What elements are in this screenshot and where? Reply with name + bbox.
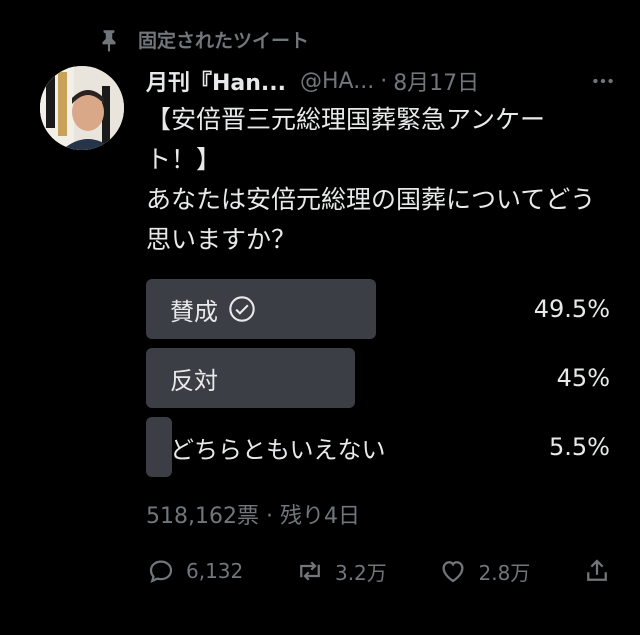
more-options-button[interactable] xyxy=(590,68,616,94)
pinned-indicator: 固定されたツイート xyxy=(96,26,309,53)
reply-button[interactable]: 6,132 xyxy=(146,556,243,586)
pinned-label: 固定されたツイート xyxy=(138,30,310,52)
poll-bar-2 xyxy=(146,417,172,477)
header-separator: · xyxy=(380,68,388,94)
author-name[interactable]: 月刊『Han... xyxy=(146,65,286,97)
poll: 賛成 49.5% 反対 45% どちらともいえない 5.5% xyxy=(146,279,610,486)
pin-icon xyxy=(102,29,116,52)
like-count: 2.8万 xyxy=(478,560,531,585)
tweet-header: 月刊『Han... @HA... · 8月17日 xyxy=(146,64,616,98)
like-button[interactable]: 2.8万 xyxy=(438,556,530,586)
poll-option-1: 反対 45% xyxy=(146,348,610,408)
poll-option-percent-2: 5.5% xyxy=(549,433,610,461)
share-button[interactable] xyxy=(582,556,612,586)
author-handle[interactable]: @HA... xyxy=(300,69,374,94)
check-circle-icon xyxy=(229,296,255,322)
heart-icon xyxy=(442,561,464,583)
avatar[interactable] xyxy=(40,66,124,150)
poll-option-label-0: 賛成 xyxy=(170,297,218,326)
more-icon xyxy=(593,78,613,84)
poll-option-label-2: どちらともいえない xyxy=(170,435,386,464)
retweet-count: 3.2万 xyxy=(334,560,387,585)
poll-option-0: 賛成 49.5% xyxy=(146,279,610,339)
poll-meta: 518,162票 · 残り4日 xyxy=(146,504,360,529)
tweet-text: 【安倍晋三元総理国葬緊急アンケート！】 あなたは安倍元総理の国葬についてどう思い… xyxy=(146,105,596,254)
reply-count: 6,132 xyxy=(186,559,244,583)
tweet-date[interactable]: 8月17日 xyxy=(393,65,479,97)
poll-option-label-1: 反対 xyxy=(170,366,218,395)
retweet-button[interactable]: 3.2万 xyxy=(295,556,387,586)
retweet-icon xyxy=(300,561,320,581)
share-icon xyxy=(587,559,607,581)
tweet-actions: 6,132 3.2万 2.8万 xyxy=(146,556,612,586)
poll-option-percent-0: 49.5% xyxy=(533,295,610,323)
poll-option-2: どちらともいえない 5.5% xyxy=(146,417,610,477)
poll-option-percent-1: 45% xyxy=(556,364,610,392)
reply-icon xyxy=(149,560,173,584)
